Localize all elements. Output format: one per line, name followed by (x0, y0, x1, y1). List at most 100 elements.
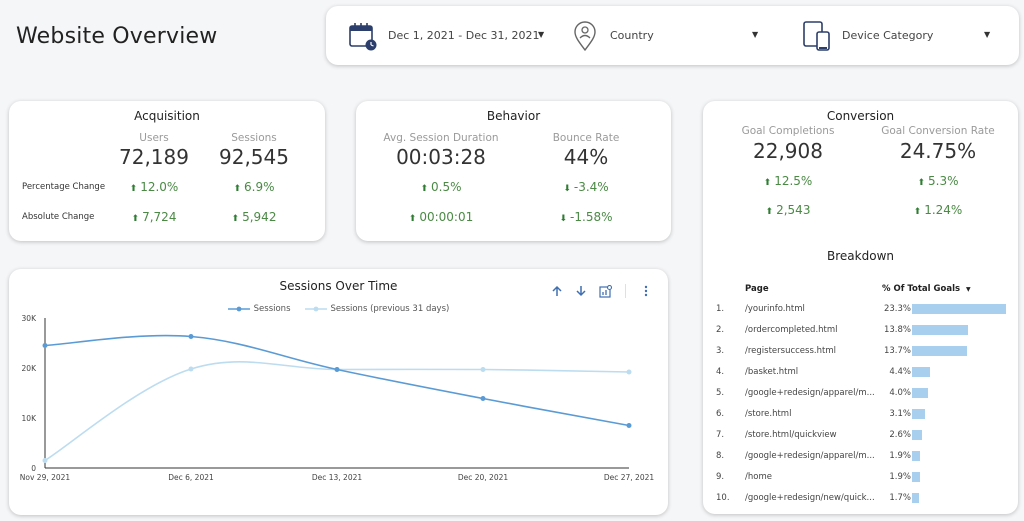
row-rank: 10. (716, 493, 730, 503)
table-row[interactable]: 10. /google+redesign/new/quick... 1.7% (703, 488, 1018, 508)
calendar-icon (348, 20, 378, 52)
x-tick-label: Dec 13, 2021 (312, 473, 363, 482)
goal-completions-label: Goal Completions (741, 125, 835, 137)
date-range-label: Dec 1, 2021 - Dec 31, 2021 (388, 29, 540, 42)
pct-total-goals-column-header[interactable]: % Of Total Goals ▼ (882, 284, 971, 294)
conversion-card: Conversion Goal Completions 22,908 Goal … (703, 101, 1018, 514)
row-page: /google+redesign/apparel/m... (745, 388, 875, 398)
row-page: /google+redesign/new/quick... (745, 493, 875, 503)
table-row[interactable]: 3. /registersuccess.html 13.7% (703, 341, 1018, 361)
x-tick-label: Dec 27, 2021 (604, 473, 655, 482)
row-page: /yourinfo.html (745, 304, 805, 314)
devices-icon (802, 20, 832, 52)
row-page: /store.html (745, 409, 792, 419)
y-tick-label: 30K (22, 314, 38, 323)
row-rank: 6. (716, 409, 725, 419)
table-row[interactable]: 8. /google+redesign/apparel/m... 1.9% (703, 446, 1018, 466)
chevron-down-icon: ▼ (752, 30, 759, 39)
sessions-point (480, 396, 486, 401)
sessions-over-time-card: Sessions Over Time Sessions Sessions (pr… (9, 269, 668, 515)
arrow-up-icon: ⬆ (765, 207, 774, 217)
table-row[interactable]: 6. /store.html 3.1% (703, 404, 1018, 424)
arrow-up-icon: ⬆ (420, 184, 429, 194)
behavior-title: Behavior (486, 109, 541, 123)
row-page: /store.html/quickview (745, 430, 837, 440)
row-bar (912, 493, 919, 503)
arrow-up-icon: ⬆ (913, 207, 922, 217)
acquisition-card: Acquisition Users 72,189 Sessions 92,545… (9, 101, 325, 241)
bounce-rate-abs-change: ⬇ -1.58% (559, 210, 613, 224)
country-label: Country (610, 29, 654, 42)
row-rank: 2. (716, 325, 725, 335)
bounce-rate-label: Bounce Rate (552, 132, 620, 144)
sessions-point (188, 334, 194, 339)
row-pct: 13.8% (883, 325, 911, 335)
goal-conversion-rate-label: Goal Conversion Rate (881, 125, 995, 137)
behavior-card: Behavior Avg. Session Duration 00:03:28 … (356, 101, 671, 241)
row-bar (912, 409, 925, 419)
goal-conversion-rate-pct-change: ⬆ 5.3% (917, 174, 959, 188)
sessions-previous-point (42, 458, 48, 463)
row-pct: 3.1% (889, 409, 911, 419)
table-row[interactable]: 1. /yourinfo.html 23.3% (703, 299, 1018, 319)
sessions-line (44, 334, 630, 427)
country-filter[interactable]: Country ▼ (570, 6, 770, 65)
row-rank: 8. (716, 451, 725, 461)
goal-conversion-rate-value: 24.75% (899, 139, 977, 163)
acquisition-title: Acquisition (134, 109, 200, 123)
arrow-down-icon: ⬇ (559, 214, 568, 224)
arrow-up-icon: ⬆ (231, 214, 240, 224)
row-rank: 1. (716, 304, 725, 314)
row-pct: 2.6% (889, 430, 911, 440)
arrow-up-icon: ⬆ (763, 178, 772, 188)
location-pin-person-icon (570, 20, 600, 52)
table-row[interactable]: 4. /basket.html 4.4% (703, 362, 1018, 382)
users-label: Users (139, 132, 169, 144)
row-pct: 4.0% (889, 388, 911, 398)
page-column-header[interactable]: Page (745, 284, 769, 294)
x-tick-label: Nov 29, 2021 (20, 473, 71, 482)
table-row[interactable]: 7. /store.html/quickview 2.6% (703, 425, 1018, 445)
users-value: 72,189 (119, 145, 189, 169)
date-range-filter[interactable]: Dec 1, 2021 - Dec 31, 2021 ▼ (348, 6, 548, 65)
y-tick-label: 20K (22, 364, 38, 373)
arrow-up-icon: ⬆ (408, 214, 417, 224)
users-abs-change: ⬆ 7,724 (131, 210, 177, 224)
y-tick-label: 10K (22, 414, 38, 423)
arrow-up-icon: ⬆ (129, 184, 138, 194)
row-rank: 4. (716, 367, 725, 377)
arrow-down-icon: ⬇ (563, 184, 571, 194)
sort-descending-icon: ▼ (966, 286, 971, 293)
conversion-title: Conversion (826, 109, 895, 123)
table-row[interactable]: 5. /google+redesign/apparel/m... 4.0% (703, 383, 1018, 403)
sessions-previous-line (44, 361, 630, 462)
goal-completions-pct-change: ⬆ 12.5% (763, 174, 813, 188)
row-pct: 1.9% (889, 472, 911, 482)
filter-bar: Dec 1, 2021 - Dec 31, 2021 ▼ Country ▼ D… (326, 6, 1019, 65)
page-title: Website Overview (16, 24, 218, 49)
chevron-down-icon: ▼ (538, 30, 545, 39)
row-bar (912, 304, 1006, 314)
row-bar (912, 388, 929, 398)
row-bar (912, 325, 968, 335)
row-bar (912, 367, 930, 377)
x-tick-label: Dec 6, 2021 (168, 473, 214, 482)
row-pct: 1.7% (889, 493, 911, 503)
row-pct: 23.3% (883, 304, 911, 314)
device-category-filter[interactable]: Device Category ▼ (802, 6, 1002, 65)
table-row[interactable]: 2. /ordercompleted.html 13.8% (703, 320, 1018, 340)
percentage-change-label: Percentage Change (22, 182, 106, 192)
arrow-up-icon: ⬆ (917, 178, 926, 188)
row-rank: 9. (716, 472, 725, 482)
sessions-pct-change: ⬆ 6.9% (233, 180, 275, 194)
table-row[interactable]: 9. /home 1.9% (703, 467, 1018, 487)
row-bar (912, 430, 923, 440)
row-page: /registersuccess.html (745, 346, 836, 356)
goal-completions-abs-change: ⬆ 2,543 (765, 203, 811, 217)
breakdown-title: Breakdown (827, 249, 894, 263)
row-bar (912, 472, 920, 482)
bounce-rate-pct-change: ⬇ -3.4% (563, 180, 609, 194)
row-pct: 1.9% (889, 451, 911, 461)
avg-session-duration-label: Avg. Session Duration (383, 132, 499, 144)
chevron-down-icon: ▼ (984, 30, 991, 39)
